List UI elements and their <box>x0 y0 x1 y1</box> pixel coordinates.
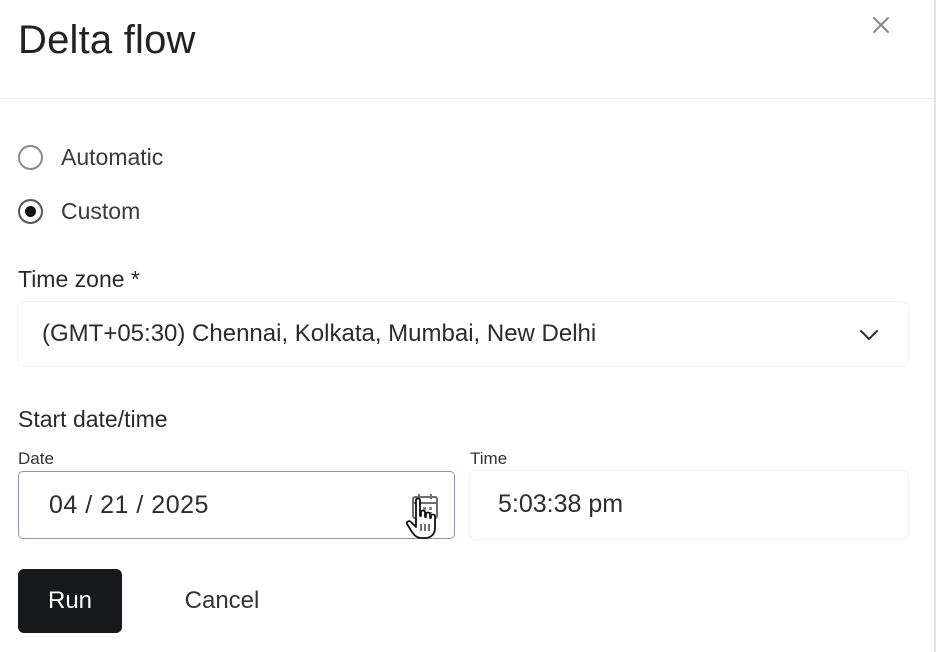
delta-flow-dialog: Delta flow Automatic Custom Time zone * … <box>0 0 936 652</box>
time-value: 5:03:38 pm <box>498 490 624 518</box>
time-input[interactable]: 5:03:38 pm <box>470 471 908 539</box>
close-icon[interactable] <box>866 10 896 40</box>
time-label: Time <box>470 449 508 468</box>
chevron-down-icon[interactable] <box>858 324 880 346</box>
dialog-header: Delta flow <box>0 0 934 99</box>
radio-button-custom[interactable] <box>18 198 43 224</box>
radio-label-custom: Custom <box>61 197 141 224</box>
dialog-title: Delta flow <box>18 18 196 62</box>
radio-option-automatic[interactable]: Automatic <box>18 142 163 172</box>
date-label: Date <box>18 449 54 468</box>
timezone-label: Time zone * <box>18 266 140 292</box>
run-button[interactable]: Run <box>18 569 122 633</box>
timezone-select[interactable]: (GMT+05:30) Chennai, Kolkata, Mumbai, Ne… <box>18 302 908 366</box>
date-value: 04 / 21 / 2025 <box>49 491 209 519</box>
date-input[interactable]: 04 / 21 / 2025 <box>18 471 455 539</box>
radio-button-automatic[interactable] <box>18 144 43 170</box>
timezone-value: (GMT+05:30) Chennai, Kolkata, Mumbai, Ne… <box>42 320 597 347</box>
radio-option-custom[interactable]: Custom <box>18 196 140 226</box>
start-datetime-label: Start date/time <box>18 406 168 432</box>
cancel-button[interactable]: Cancel <box>152 569 292 633</box>
radio-label-automatic: Automatic <box>61 143 164 170</box>
calendar-icon[interactable] <box>409 490 441 522</box>
